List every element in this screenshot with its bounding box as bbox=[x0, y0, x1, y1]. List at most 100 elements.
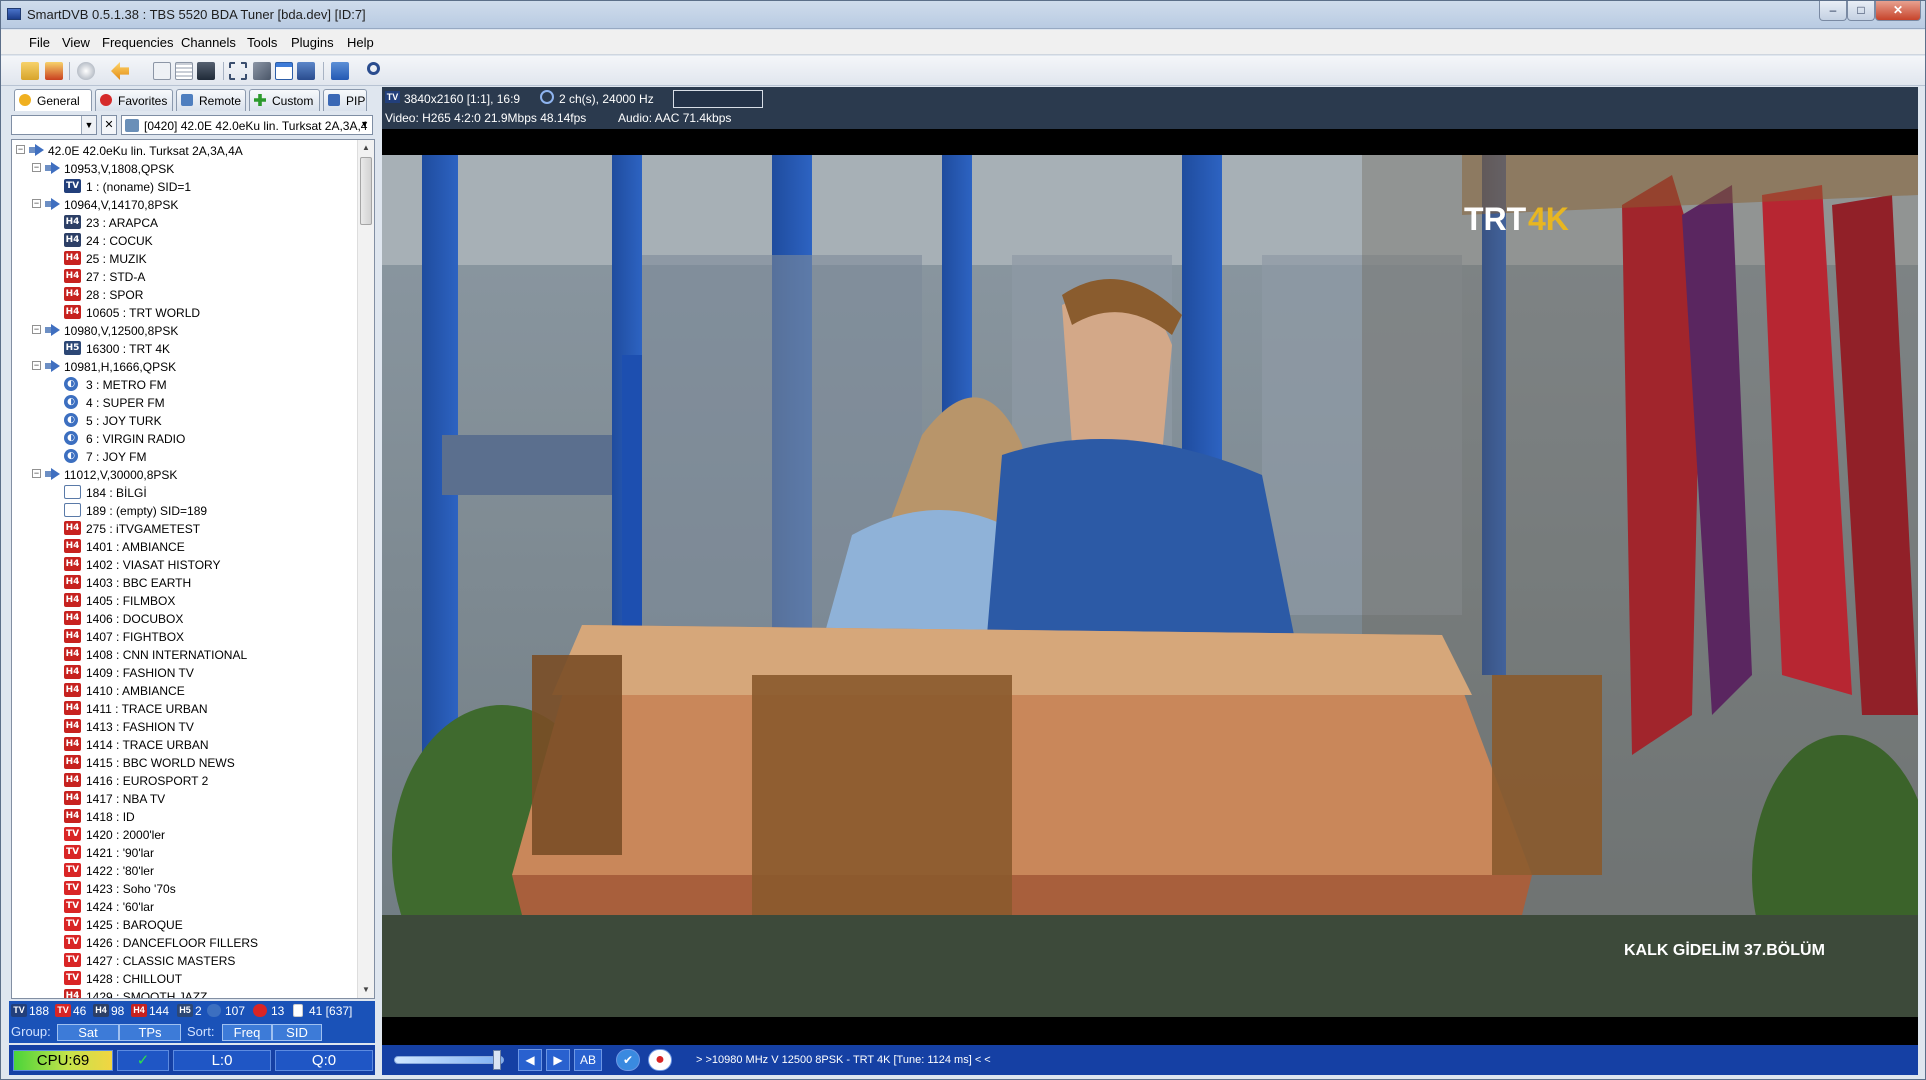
satellite-select[interactable]: [0420] 42.0E 42.0eKu lin. Turksat 2A,3A,… bbox=[121, 115, 373, 135]
tree-channel-item[interactable]: H4 1415 : BBC WORLD NEWS bbox=[12, 753, 356, 771]
tree-channel-item[interactable]: H4 1414 : TRACE URBAN bbox=[12, 735, 356, 753]
tree-channel-item[interactable]: H4 1411 : TRACE URBAN bbox=[12, 699, 356, 717]
scroll-down-icon[interactable]: ▼ bbox=[358, 982, 374, 998]
tree-channel-item[interactable]: TV 1420 : 2000'ler bbox=[12, 825, 356, 843]
tree-channel-item[interactable]: H4 27 : STD-A bbox=[12, 267, 356, 285]
tree-channel-item[interactable]: H4 1402 : VIASAT HISTORY bbox=[12, 555, 356, 573]
play-button[interactable]: ▶ bbox=[546, 1049, 570, 1071]
collapse-icon[interactable]: − bbox=[16, 145, 25, 154]
tree-channel-item[interactable]: H4 1410 : AMBIANCE bbox=[12, 681, 356, 699]
fullscreen-icon[interactable] bbox=[229, 62, 247, 80]
collapse-icon[interactable]: − bbox=[32, 199, 41, 208]
tab-remote[interactable]: Remote bbox=[176, 89, 246, 111]
tree-channel-item[interactable]: H4 1416 : EUROSPORT 2 bbox=[12, 771, 356, 789]
collapse-icon[interactable]: − bbox=[32, 361, 41, 370]
menu-file[interactable]: File bbox=[29, 35, 50, 50]
disc-icon[interactable] bbox=[77, 62, 95, 80]
scroll-thumb[interactable] bbox=[360, 157, 372, 225]
tree-transponder-node[interactable]: − 10953,V,1808,QPSK bbox=[12, 159, 356, 177]
tree-channel-item[interactable]: ◐ 7 : JOY FM bbox=[12, 447, 356, 465]
tree-channel-item[interactable]: TV 1428 : CHILLOUT bbox=[12, 969, 356, 987]
video-view[interactable]: TV 3840x2160 [1:1], 16:9 2 ch(s), 24000 … bbox=[382, 87, 1918, 1045]
window-icon[interactable] bbox=[275, 62, 293, 80]
tree-channel-item[interactable]: TV 1424 : '60'lar bbox=[12, 897, 356, 915]
tree-channel-item[interactable]: TV 1421 : '90'lar bbox=[12, 843, 356, 861]
record-button[interactable]: ● bbox=[648, 1049, 672, 1071]
volume-slider[interactable] bbox=[394, 1056, 504, 1064]
collapse-icon[interactable]: − bbox=[32, 469, 41, 478]
tree-channel-item[interactable]: TV 1423 : Soho '70s bbox=[12, 879, 356, 897]
tree-channel-item[interactable]: H4 24 : COCUK bbox=[12, 231, 356, 249]
menu-view[interactable]: View bbox=[62, 35, 90, 50]
tree-channel-item[interactable]: H4 25 : MUZIK bbox=[12, 249, 356, 267]
tree-channel-item[interactable]: 184 : BİLGİ bbox=[12, 483, 356, 501]
tree-channel-item[interactable]: H4 23 : ARAPCA bbox=[12, 213, 356, 231]
tree-channel-item[interactable]: H4 1413 : FASHION TV bbox=[12, 717, 356, 735]
tree-channel-item[interactable]: ◐ 3 : METRO FM bbox=[12, 375, 356, 393]
tree-channel-item[interactable]: H4 1429 : SMOOTH JAZZ bbox=[12, 987, 356, 998]
tree-transponder-node[interactable]: − 11012,V,30000,8PSK bbox=[12, 465, 356, 483]
tab-general[interactable]: General bbox=[14, 89, 92, 111]
back-arrow-icon[interactable] bbox=[111, 62, 129, 80]
tree-channel-item[interactable]: H4 10605 : TRT WORLD bbox=[12, 303, 356, 321]
sort-sid-button[interactable]: SID bbox=[272, 1024, 322, 1041]
menu-channels[interactable]: Channels bbox=[181, 35, 236, 50]
refresh-icon[interactable] bbox=[153, 62, 171, 80]
close-button[interactable]: ✕ bbox=[1875, 1, 1921, 21]
menu-plugins[interactable]: Plugins bbox=[291, 35, 334, 50]
tree-scrollbar[interactable]: ▲ ▼ bbox=[357, 140, 374, 998]
tree-channel-item[interactable]: TV 1 : (noname) SID=1 bbox=[12, 177, 356, 195]
teletext-icon[interactable] bbox=[197, 62, 215, 80]
collapse-icon[interactable]: − bbox=[32, 325, 41, 334]
tree-transponder-node[interactable]: − 10980,V,12500,8PSK bbox=[12, 321, 356, 339]
group-sat-button[interactable]: Sat bbox=[57, 1024, 119, 1041]
tree-transponder-node[interactable]: − 10964,V,14170,8PSK bbox=[12, 195, 356, 213]
confirm-button[interactable]: ✔ bbox=[616, 1049, 640, 1071]
menu-tools[interactable]: Tools bbox=[247, 35, 277, 50]
tree-channel-item[interactable]: TV 1426 : DANCEFLOOR FILLERS bbox=[12, 933, 356, 951]
epg-icon[interactable] bbox=[331, 62, 349, 80]
tree-channel-item[interactable]: TV 1422 : '80'ler bbox=[12, 861, 356, 879]
tab-favorites[interactable]: Favorites bbox=[95, 89, 173, 111]
tree-channel-item[interactable]: ◐ 5 : JOY TURK bbox=[12, 411, 356, 429]
scroll-up-icon[interactable]: ▲ bbox=[358, 140, 374, 156]
maximize-button[interactable]: □ bbox=[1847, 1, 1875, 21]
tab-custom[interactable]: Custom bbox=[249, 89, 320, 111]
menu-frequencies[interactable]: Frequencies bbox=[102, 35, 174, 50]
tab-pip[interactable]: PIP bbox=[323, 89, 367, 111]
record-list-icon[interactable] bbox=[45, 62, 63, 80]
tree-channel-item[interactable]: H4 1407 : FIGHTBOX bbox=[12, 627, 356, 645]
tree-satellite-node[interactable]: − 42.0E 42.0eKu lin. Turksat 2A,3A,4A bbox=[12, 141, 356, 159]
tree-channel-item[interactable]: H5 16300 : TRT 4K bbox=[12, 339, 356, 357]
ab-repeat-button[interactable]: AB bbox=[574, 1049, 602, 1071]
tree-channel-item[interactable]: H4 1401 : AMBIANCE bbox=[12, 537, 356, 555]
previous-button[interactable]: ◀ bbox=[518, 1049, 542, 1071]
menu-help[interactable]: Help bbox=[347, 35, 374, 50]
tools-icon[interactable] bbox=[253, 62, 271, 80]
channels-icon[interactable] bbox=[297, 62, 315, 80]
tree-channel-item[interactable]: TV 1427 : CLASSIC MASTERS bbox=[12, 951, 356, 969]
tree-channel-item[interactable]: TV 1425 : BAROQUE bbox=[12, 915, 356, 933]
collapse-icon[interactable]: − bbox=[32, 163, 41, 172]
tree-transponder-node[interactable]: − 10981,H,1666,QPSK bbox=[12, 357, 356, 375]
volume-slider-thumb[interactable] bbox=[493, 1050, 501, 1070]
search-icon[interactable] bbox=[367, 62, 380, 75]
tree-channel-item[interactable]: 189 : (empty) SID=189 bbox=[12, 501, 356, 519]
scan-icon[interactable] bbox=[175, 62, 193, 80]
filter-clear-button[interactable]: ✕ bbox=[101, 115, 117, 135]
tree-channel-item[interactable]: H4 1408 : CNN INTERNATIONAL bbox=[12, 645, 356, 663]
tree-channel-item[interactable]: H4 1405 : FILMBOX bbox=[12, 591, 356, 609]
tree-channel-item[interactable]: H4 28 : SPOR bbox=[12, 285, 356, 303]
tree-channel-item[interactable]: ◐ 6 : VIRGIN RADIO bbox=[12, 429, 356, 447]
filter-dropdown-button[interactable]: ▼ bbox=[81, 116, 96, 134]
tree-channel-item[interactable]: H4 1406 : DOCUBOX bbox=[12, 609, 356, 627]
open-icon[interactable] bbox=[21, 62, 39, 80]
tree-channel-item[interactable]: H4 1409 : FASHION TV bbox=[12, 663, 356, 681]
group-tps-button[interactable]: TPs bbox=[119, 1024, 181, 1041]
tree-channel-item[interactable]: H4 1403 : BBC EARTH bbox=[12, 573, 356, 591]
tree-channel-item[interactable]: H4 275 : iTVGAMETEST bbox=[12, 519, 356, 537]
sort-freq-button[interactable]: Freq bbox=[222, 1024, 272, 1041]
tree-channel-item[interactable]: ◐ 4 : SUPER FM bbox=[12, 393, 356, 411]
tree-channel-item[interactable]: H4 1418 : ID bbox=[12, 807, 356, 825]
audio-track-select[interactable] bbox=[673, 90, 763, 108]
